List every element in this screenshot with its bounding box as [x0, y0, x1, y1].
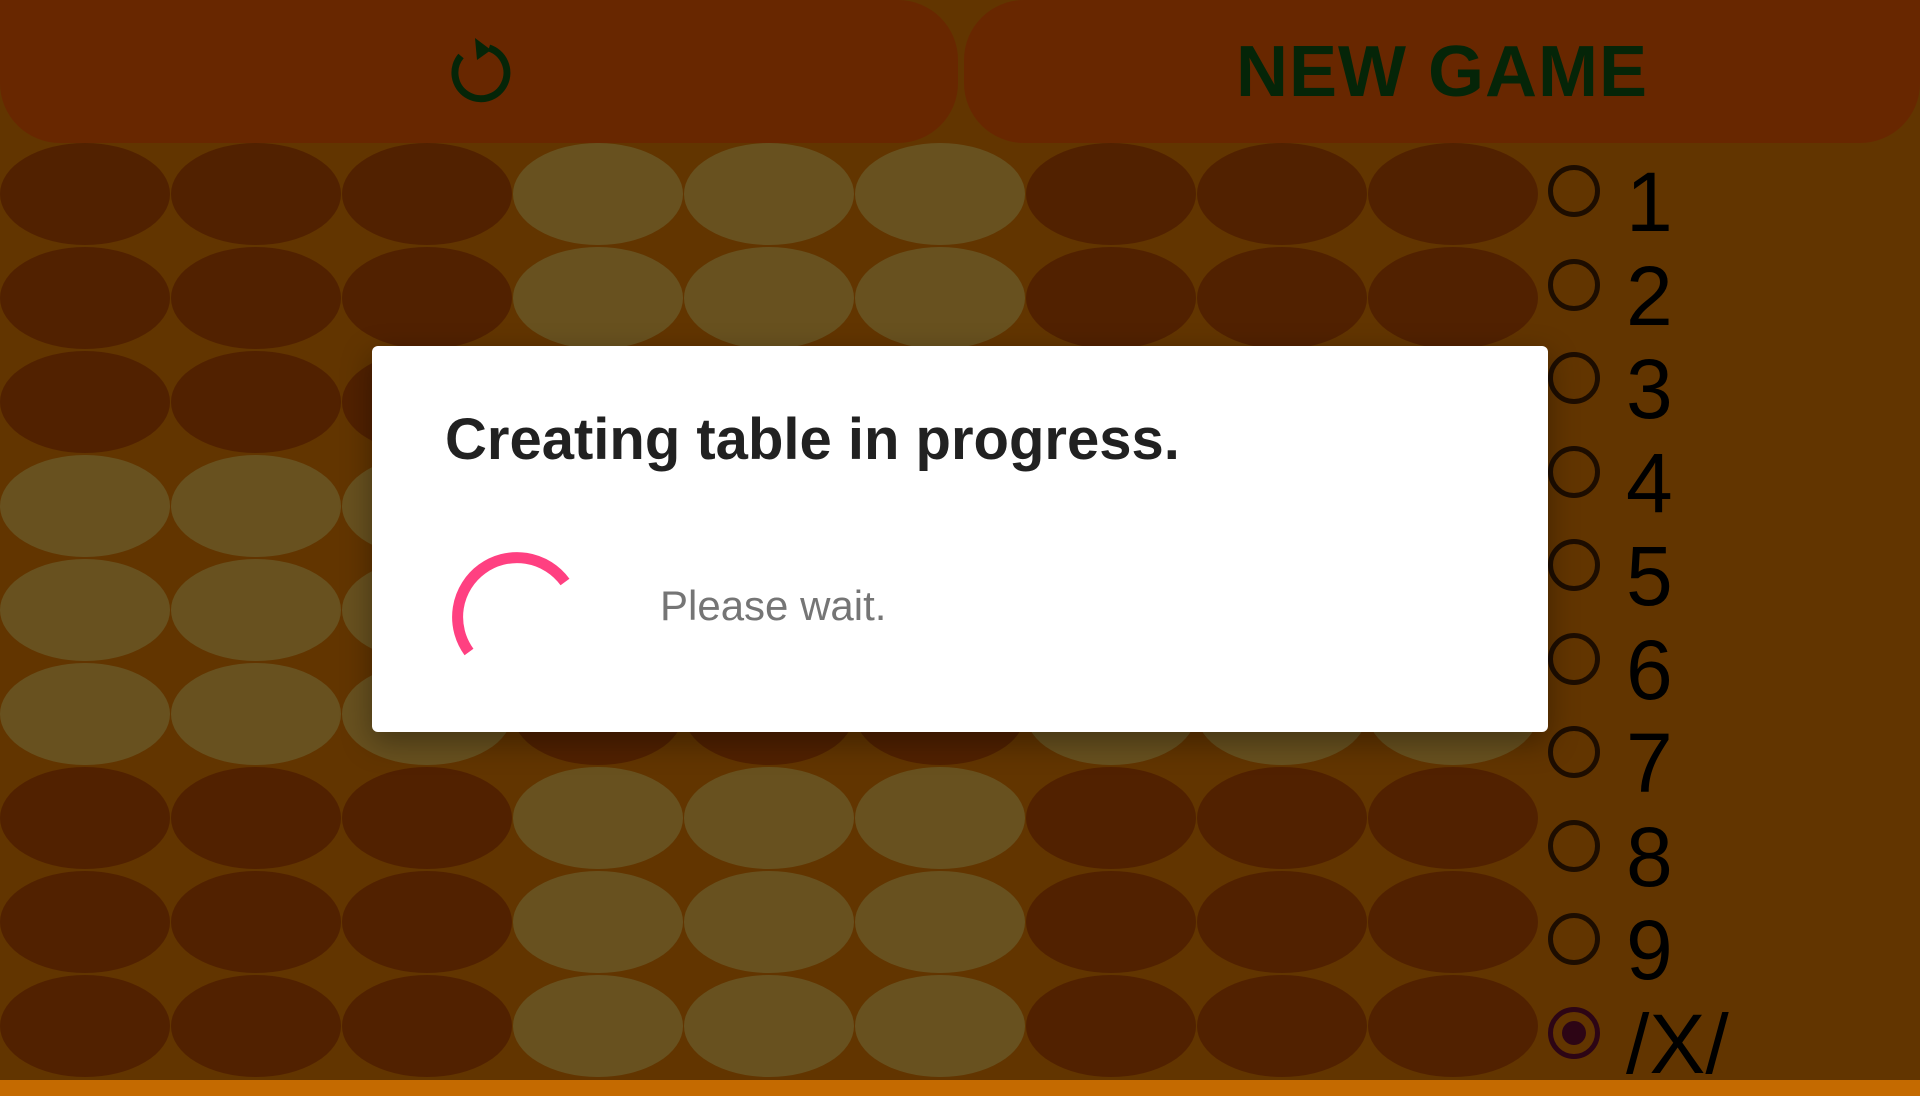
- dialog-title: Creating table in progress.: [445, 407, 1180, 472]
- spinner-icon: [452, 552, 570, 656]
- loading-spinner: [447, 540, 581, 674]
- dialog-message: Please wait.: [660, 582, 887, 629]
- progress-dialog: Creating table in progress. Please wait.: [372, 346, 1548, 732]
